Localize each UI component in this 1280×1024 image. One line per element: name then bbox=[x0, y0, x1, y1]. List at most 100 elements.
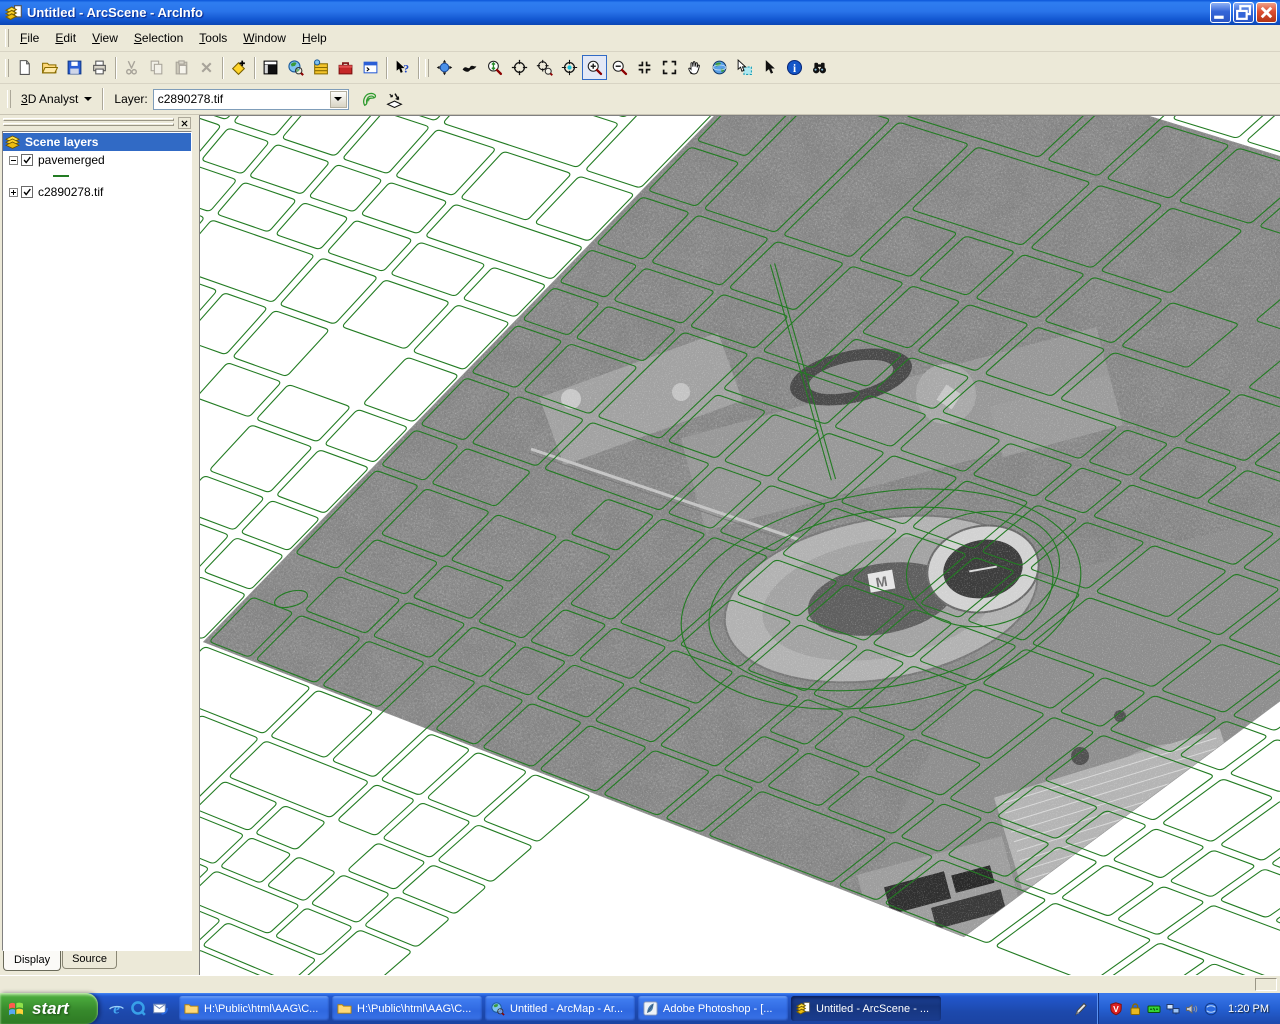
tab-source[interactable]: Source bbox=[62, 951, 117, 969]
minimize-button[interactable] bbox=[1210, 2, 1231, 23]
menu-selection[interactable]: Selection bbox=[126, 26, 191, 51]
layer-checkbox[interactable] bbox=[21, 154, 33, 166]
toc-window-button[interactable] bbox=[258, 55, 283, 80]
task-buttons: H:\Public\html\AAG\C... H:\Public\html\A… bbox=[176, 993, 1064, 1024]
tools-toolbar-grip[interactable] bbox=[425, 59, 429, 77]
pan-button[interactable] bbox=[682, 55, 707, 80]
navigate-icon bbox=[436, 59, 453, 76]
fly-button[interactable] bbox=[457, 55, 482, 80]
collapse-icon[interactable] bbox=[9, 156, 18, 165]
menu-view[interactable]: View bbox=[84, 26, 126, 51]
menu-tools[interactable]: Tools bbox=[191, 26, 235, 51]
taskbar-item-arcscene[interactable]: Untitled - ArcScene - ... bbox=[791, 996, 941, 1021]
find-binoculars-icon bbox=[811, 59, 828, 76]
menubar-grip[interactable] bbox=[5, 29, 9, 47]
internet-explorer-icon[interactable]: e bbox=[108, 1000, 125, 1017]
center-on-target-button[interactable] bbox=[507, 55, 532, 80]
toc-drag-handle[interactable] bbox=[3, 123, 174, 126]
system-tray: V 1:20 PM bbox=[1098, 993, 1280, 1024]
cut-button[interactable] bbox=[119, 55, 144, 80]
copy-icon bbox=[148, 59, 165, 76]
full-extent-globe-icon bbox=[711, 59, 728, 76]
menu-file[interactable]: File bbox=[12, 26, 47, 51]
menu-window[interactable]: Window bbox=[235, 26, 294, 51]
command-window-button[interactable] bbox=[358, 55, 383, 80]
toolbar-separator bbox=[418, 57, 419, 79]
menu-edit[interactable]: Edit bbox=[47, 26, 84, 51]
add-data-button[interactable] bbox=[226, 55, 251, 80]
lock-icon[interactable] bbox=[1128, 1002, 1142, 1016]
copy-button[interactable] bbox=[144, 55, 169, 80]
volume-icon[interactable] bbox=[1185, 1002, 1199, 1016]
scene-3d-view[interactable]: M bbox=[200, 116, 1280, 975]
pen-icon bbox=[1073, 1001, 1089, 1017]
update-globe-icon[interactable] bbox=[1204, 1002, 1218, 1016]
launch-arcmap-button[interactable] bbox=[283, 55, 308, 80]
full-extent-button[interactable] bbox=[707, 55, 732, 80]
delete-button[interactable] bbox=[194, 55, 219, 80]
analyst-menu-button[interactable]: 3D Analyst bbox=[14, 88, 99, 111]
fixed-zoom-in-button[interactable] bbox=[632, 55, 657, 80]
layer-checkbox[interactable] bbox=[21, 186, 33, 198]
new-document-button[interactable] bbox=[12, 55, 37, 80]
select-graphics-button[interactable] bbox=[732, 55, 757, 80]
analyst-menu-label: 3D Analyst bbox=[21, 92, 78, 106]
set-observer-button[interactable] bbox=[557, 55, 582, 80]
start-label: start bbox=[32, 999, 69, 1019]
whats-this-help-button[interactable]: ? bbox=[390, 55, 415, 80]
save-button[interactable] bbox=[62, 55, 87, 80]
menu-bar: File Edit View Selection Tools Window He… bbox=[0, 25, 1280, 52]
pen-tool-zone[interactable] bbox=[1064, 993, 1098, 1024]
taskbar-item-folder-2[interactable]: H:\Public\html\AAG\C... bbox=[332, 996, 482, 1021]
network-computers-icon[interactable] bbox=[1166, 1002, 1180, 1016]
combobox-dropdown-button[interactable] bbox=[330, 91, 347, 108]
analyst-toolbar-grip[interactable] bbox=[7, 90, 11, 108]
identify-button[interactable]: i bbox=[782, 55, 807, 80]
arcmap-icon bbox=[490, 1001, 505, 1016]
select-elements-button[interactable] bbox=[757, 55, 782, 80]
zoom-in-out-button[interactable] bbox=[482, 55, 507, 80]
tab-display[interactable]: Display bbox=[3, 951, 61, 971]
zoom-out-button[interactable] bbox=[607, 55, 632, 80]
layer-row-c2890278[interactable]: c2890278.tif bbox=[3, 183, 191, 201]
standard-toolbar-grip[interactable] bbox=[5, 59, 9, 77]
taskbar-clock[interactable]: 1:20 PM bbox=[1228, 1003, 1269, 1015]
fixed-zoom-out-button[interactable] bbox=[657, 55, 682, 80]
navigate-button[interactable] bbox=[432, 55, 457, 80]
restore-button[interactable] bbox=[1233, 2, 1254, 23]
menu-help[interactable]: Help bbox=[294, 26, 335, 51]
arctoolbox-icon bbox=[337, 59, 354, 76]
toc-drag-handle[interactable] bbox=[3, 118, 174, 121]
outlook-express-icon[interactable] bbox=[152, 1000, 169, 1017]
network-meter-icon[interactable] bbox=[1147, 1002, 1161, 1016]
zoom-to-target-button[interactable] bbox=[532, 55, 557, 80]
zoom-in-button[interactable] bbox=[582, 55, 607, 80]
task-label: H:\Public\html\AAG\C... bbox=[357, 1003, 471, 1015]
expand-icon[interactable] bbox=[9, 188, 18, 197]
zoom-in-out-icon bbox=[486, 59, 503, 76]
print-button[interactable] bbox=[87, 55, 112, 80]
open-button[interactable] bbox=[37, 55, 62, 80]
steepest-path-button[interactable] bbox=[382, 87, 407, 112]
taskbar-item-folder-1[interactable]: H:\Public\html\AAG\C... bbox=[179, 996, 329, 1021]
taskbar-item-photoshop[interactable]: Adobe Photoshop - [... bbox=[638, 996, 788, 1021]
create-contours-button[interactable] bbox=[357, 87, 382, 112]
start-button[interactable]: start bbox=[0, 993, 98, 1024]
launch-arccatalog-button[interactable] bbox=[308, 55, 333, 80]
scene-3d-viewport[interactable]: M bbox=[199, 115, 1280, 975]
scene-layers-header[interactable]: Scene layers bbox=[3, 133, 191, 151]
toolbar-separator bbox=[254, 57, 255, 79]
antivirus-shield-icon[interactable]: V bbox=[1109, 1002, 1123, 1016]
line-symbol-legend bbox=[53, 175, 69, 177]
find-button[interactable] bbox=[807, 55, 832, 80]
arctoolbox-button[interactable] bbox=[333, 55, 358, 80]
delete-icon bbox=[198, 59, 215, 76]
paste-button[interactable] bbox=[169, 55, 194, 80]
toc-close-button[interactable] bbox=[178, 117, 191, 129]
layer-combobox[interactable]: c2890278.tif bbox=[153, 89, 349, 110]
taskbar-item-arcmap[interactable]: Untitled - ArcMap - Ar... bbox=[485, 996, 635, 1021]
zoom-out-icon bbox=[611, 59, 628, 76]
close-button[interactable] bbox=[1256, 2, 1277, 23]
layer-row-pavemerged[interactable]: pavemerged bbox=[3, 151, 191, 169]
quicktime-icon[interactable] bbox=[130, 1000, 147, 1017]
